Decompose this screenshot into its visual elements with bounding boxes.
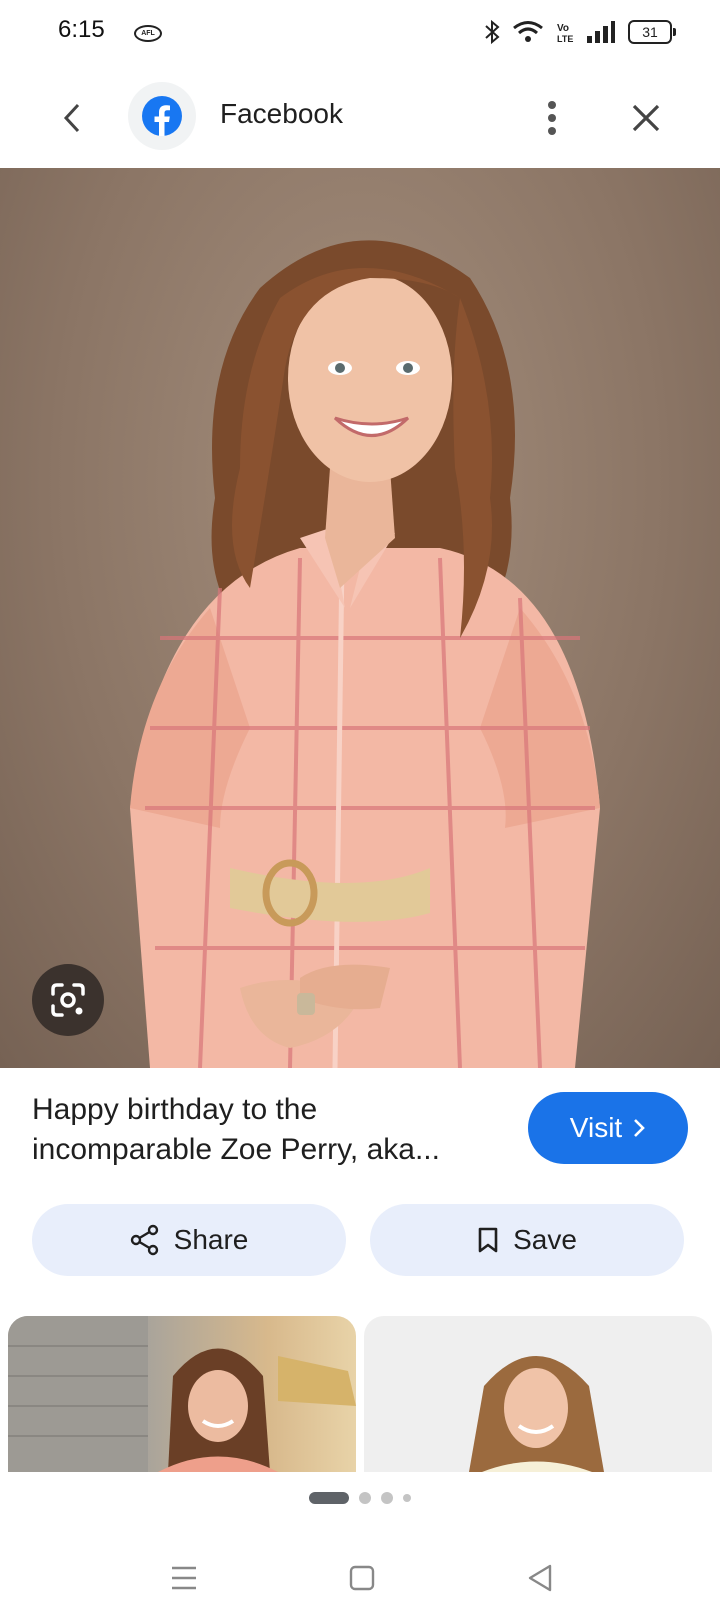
carousel-dot (359, 1492, 371, 1504)
save-button[interactable]: Save (370, 1204, 684, 1276)
visit-label: Visit (569, 1112, 623, 1143)
status-time: 6:15 (58, 16, 105, 43)
share-label: Share (173, 1224, 249, 1255)
signal-icon (587, 21, 615, 43)
carousel-dot (403, 1494, 411, 1502)
header: Facebook (0, 72, 720, 168)
lens-search-icon (51, 983, 85, 1017)
back-button[interactable] (46, 92, 98, 144)
bluetooth-icon (485, 19, 500, 45)
facebook-logo-icon (142, 96, 182, 136)
thumbnail-photo (469, 1356, 604, 1472)
svg-text:Vo: Vo (557, 23, 569, 34)
lens-search-button[interactable] (32, 964, 104, 1036)
home-button[interactable] (338, 1554, 386, 1602)
result-caption[interactable]: Happy birthday to the incomparable Zoe P… (32, 1090, 492, 1170)
status-icons: Vo LTE 31 (484, 18, 676, 46)
bookmark-icon (478, 1227, 498, 1253)
svg-text:LTE: LTE (557, 34, 573, 44)
recent-apps-button[interactable] (160, 1554, 208, 1602)
system-navigation-bar (0, 1540, 720, 1612)
volte-icon: VoLTE (557, 23, 573, 44)
more-vertical-icon (548, 101, 556, 135)
afl-badge: AFL (134, 25, 162, 42)
close-icon (632, 104, 660, 132)
wifi-icon (513, 21, 543, 42)
status-bar: 6:15 AFL Vo LTE 31 (0, 0, 720, 64)
source-title[interactable]: Facebook (220, 98, 343, 130)
back-arrow-icon (63, 103, 80, 133)
share-button[interactable]: Share (32, 1204, 346, 1276)
back-nav-button[interactable] (516, 1554, 564, 1602)
save-label: Save (513, 1224, 577, 1255)
more-options-button[interactable] (528, 92, 576, 144)
related-image-thumbnail[interactable] (8, 1316, 356, 1472)
home-square-icon (349, 1565, 375, 1591)
menu-icon (172, 1566, 196, 1590)
carousel-dot (381, 1492, 393, 1504)
visit-button[interactable]: Visit (528, 1092, 688, 1164)
share-icon (130, 1224, 158, 1256)
related-image-thumbnail[interactable] (364, 1316, 712, 1472)
portrait-photo (130, 240, 600, 1068)
carousel-dot-active (309, 1492, 349, 1504)
back-triangle-icon (528, 1564, 552, 1592)
battery-icon: 31 (628, 20, 676, 44)
close-button[interactable] (620, 92, 672, 144)
carousel-indicator (0, 1490, 720, 1506)
main-image[interactable] (0, 168, 720, 1068)
thumbnail-photo (8, 1316, 356, 1472)
source-avatar[interactable] (128, 82, 196, 150)
chevron-right-icon (634, 1119, 646, 1137)
